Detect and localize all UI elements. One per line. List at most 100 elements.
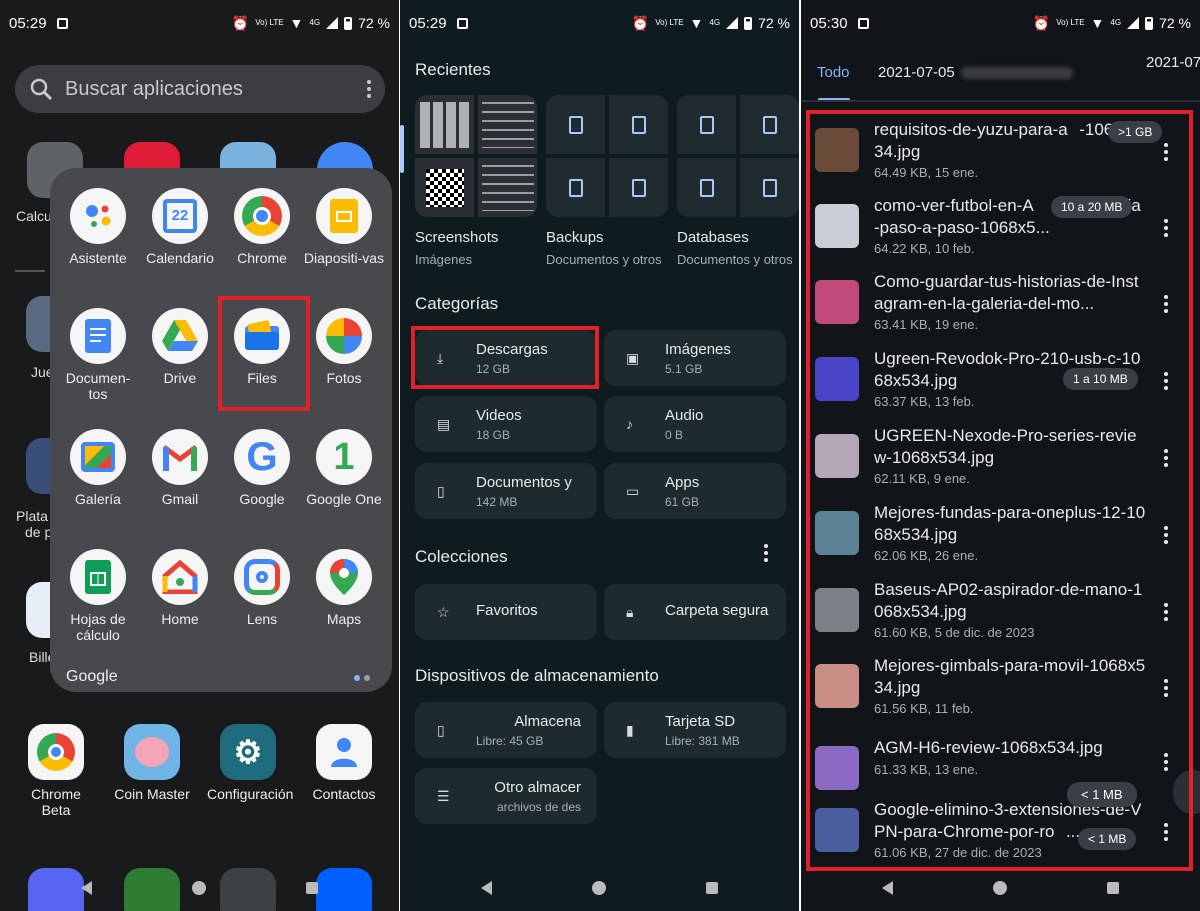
tab-date-label: 2021-07-05 [878,64,955,81]
battery-percent: 72 % [358,15,390,31]
storage-internal[interactable]: ▯ Almacena Libre: 45 GB [415,702,597,758]
sheets-icon [70,549,126,605]
collections-more-icon[interactable] [764,544,768,562]
app-label: Asistente [69,250,127,266]
category-videos[interactable]: ▤ Videos 18 GB [415,396,597,452]
clock: 05:29 [409,14,447,32]
network-label: 4G [309,18,321,27]
tab-todo[interactable]: Todo [817,64,850,81]
home-button-icon[interactable] [192,881,206,895]
storage-sd-card[interactable]: ▮ Tarjeta SD Libre: 381 MB [604,702,786,758]
signal-icon [326,17,339,29]
document-icon [631,178,646,197]
android-icon: ▭ [626,483,640,499]
app-label: Chrome [237,250,287,266]
document-icon [699,178,714,197]
app-home[interactable]: Home [139,549,221,627]
search-apps-bar[interactable]: Buscar aplicaciones [15,65,385,113]
app-documentos[interactable]: Documen-tos [57,308,139,402]
storage-name: Otro almacer [494,779,581,796]
category-audio[interactable]: ♪ Audio 0 B [604,396,786,452]
volte-label: Vo) LTE [1056,18,1085,27]
category-name: Documentos y [476,474,572,491]
recents-icon[interactable] [306,882,318,894]
home-button-icon[interactable] [993,881,1007,895]
highlight-file-list [806,110,1193,871]
blurred-text [960,67,1073,80]
image-icon: ▣ [626,350,640,366]
recents-icon[interactable] [1107,882,1119,894]
collection-favoritos[interactable]: ☆ Favoritos [415,584,597,640]
document-icon [568,178,583,197]
app-lens[interactable]: Lens [221,549,303,627]
scroll-indicator[interactable] [400,125,404,173]
collection-carpeta-segura[interactable]: 🔒︎ Carpeta segura [604,584,786,640]
recents-heading: Recientes [415,60,491,79]
category-documentos[interactable]: ▯ Documentos y 142 MB [415,463,597,519]
category-name: Imágenes [665,341,731,358]
gallery-icon [70,429,126,485]
settings-gear-icon: ⚙ [220,724,276,780]
battery-percent: 72 % [758,15,790,31]
app-chrome-beta[interactable]: Chrome Beta [15,724,97,818]
app-diapositivas[interactable]: Diapositi-vas [303,188,385,266]
recent-backups-thumb[interactable] [546,95,668,217]
assistant-icon [70,188,126,244]
document-icon [568,115,583,134]
recent-screenshots-thumb[interactable] [415,95,537,217]
app-galeria[interactable]: Galería [57,429,139,507]
category-apps[interactable]: ▭ Apps 61 GB [604,463,786,519]
app-google-one[interactable]: 1 Google One [303,429,385,507]
category-name: Videos [476,407,522,424]
nav-bar [801,865,1200,911]
bg-label-plata: Plata [16,508,48,524]
app-maps[interactable]: Maps [303,549,385,627]
app-hojas-de-calculo[interactable]: Hojas de cálculo [57,549,139,643]
divider [15,270,45,272]
app-coin-master[interactable]: Coin Master [111,724,193,802]
status-bar: 05:29 ⏰ Vo) LTE ▼ 4G 72 % [0,0,399,46]
collections-heading: Colecciones [415,547,508,566]
app-label: Home [161,611,199,627]
back-icon[interactable] [81,881,92,895]
categories-heading: Categorías [415,294,499,313]
notification-icon [456,17,468,29]
app-calendario[interactable]: 22 Calendario [139,188,221,266]
app-google[interactable]: G Google [221,429,303,507]
more-options-icon[interactable] [367,80,371,98]
alarm-icon: ⏰ [231,14,250,31]
app-gmail[interactable]: Gmail [139,429,221,507]
tab-date-2[interactable]: 2021-07- [1146,54,1200,71]
chrome-beta-icon [28,724,84,780]
nav-bar [400,865,799,911]
category-imagenes[interactable]: ▣ Imágenes 5.1 GB [604,330,786,386]
app-chrome[interactable]: Chrome [221,188,303,266]
music-note-icon: ♪ [626,416,633,432]
signal-icon [1127,17,1140,29]
app-drive[interactable]: Drive [139,308,221,386]
document-icon: ▯ [437,483,445,499]
star-icon: ☆ [437,604,450,620]
recent-databases-thumb[interactable] [677,95,799,217]
clock: 05:29 [9,14,47,32]
category-size: 18 GB [476,428,511,442]
storage-other[interactable]: ☰ Otro almacer archivos de des [415,768,597,824]
app-configuracion[interactable]: ⚙ Configuración [207,724,293,802]
alarm-icon: ⏰ [631,14,650,31]
back-icon[interactable] [481,881,492,895]
home-button-icon[interactable] [592,881,606,895]
app-label: Galería [75,491,121,507]
tab-date[interactable]: 2021-07-05 [878,64,1073,81]
document-icon [699,115,714,134]
wifi-icon: ▼ [689,15,704,31]
back-icon[interactable] [882,881,893,895]
app-asistente[interactable]: Asistente [57,188,139,266]
app-label: Contactos [312,786,376,802]
app-fotos[interactable]: Fotos [303,308,385,386]
battery-icon [744,16,753,30]
photos-icon [316,308,372,364]
recents-icon[interactable] [706,882,718,894]
app-contactos[interactable]: Contactos [303,724,385,802]
calendar-icon: 22 [152,188,208,244]
recent-type: Imágenes [415,252,473,267]
